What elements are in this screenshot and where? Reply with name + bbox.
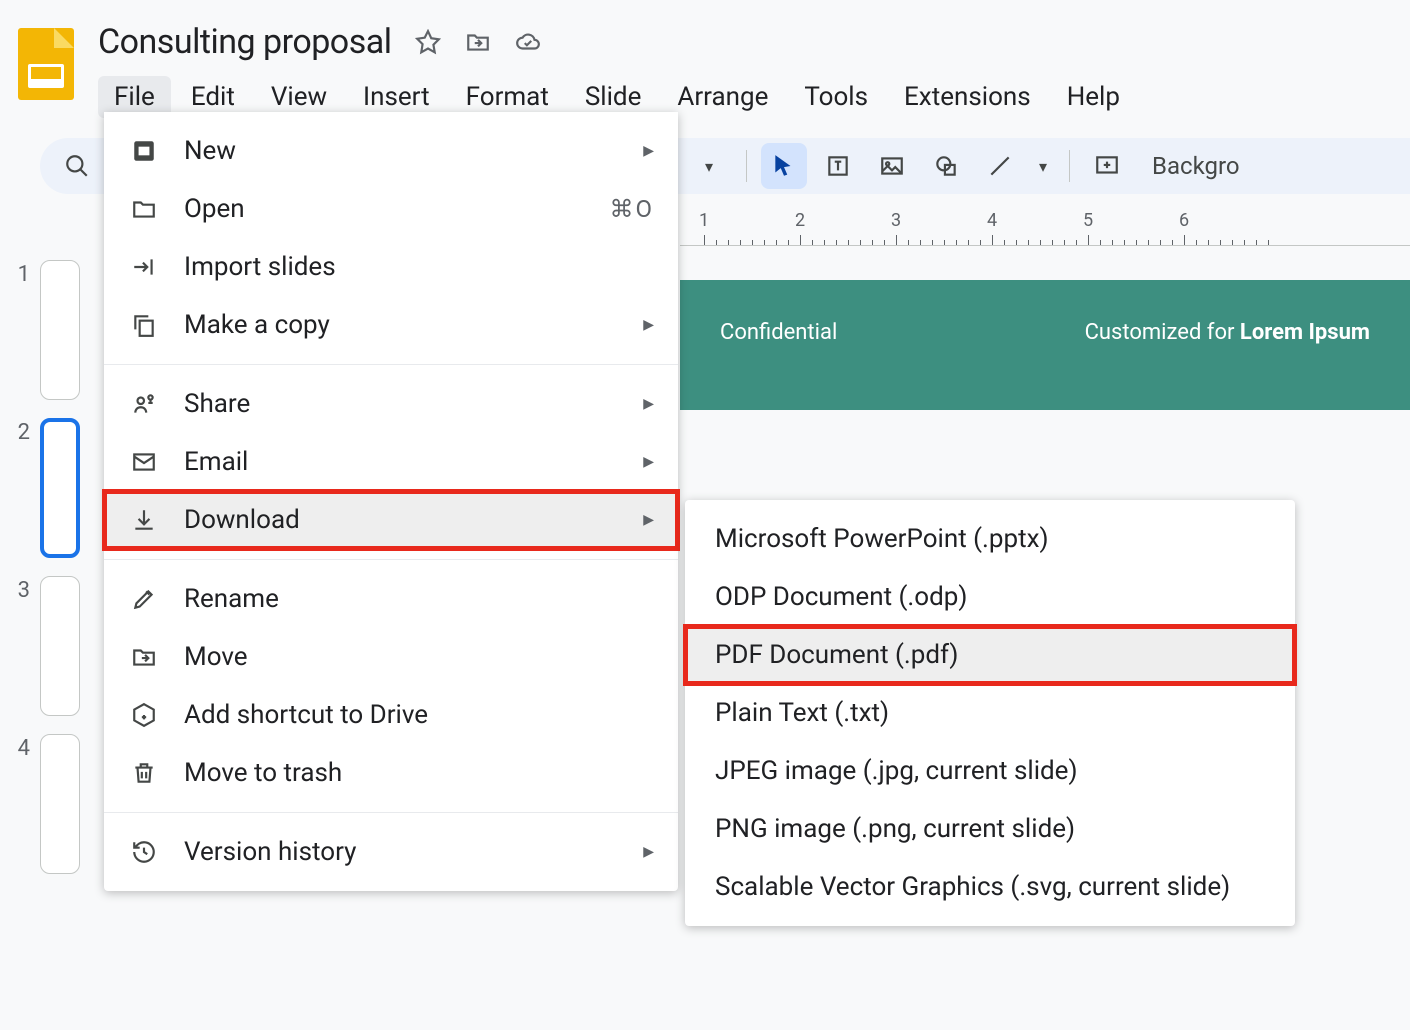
thumb-row[interactable]: 3: [10, 576, 80, 716]
menu-help[interactable]: Help: [1051, 76, 1136, 118]
submenu-arrow-icon: ▶: [643, 396, 654, 412]
thumb-row[interactable]: 2: [10, 418, 80, 558]
file-menu-rename[interactable]: Rename: [104, 570, 678, 628]
shortcut-icon: [128, 702, 160, 728]
copy-icon: [128, 312, 160, 338]
comment-tool-icon[interactable]: [1084, 143, 1130, 189]
slide-thumb[interactable]: [40, 260, 80, 400]
ruler-number: 3: [891, 210, 901, 231]
folder-icon: [128, 196, 160, 222]
submenu-arrow-icon: ▶: [643, 143, 654, 159]
cloud-status-icon[interactable]: [514, 28, 542, 56]
textbox-tool-icon[interactable]: [815, 143, 861, 189]
history-icon: [128, 839, 160, 865]
thumb-num: 2: [10, 420, 30, 445]
menu-extensions[interactable]: Extensions: [888, 76, 1047, 118]
plus-box-icon: [128, 138, 160, 164]
file-menu-new[interactable]: New ▶: [104, 122, 678, 180]
move-icon: [128, 644, 160, 670]
submenu-arrow-icon: ▶: [643, 844, 654, 860]
file-menu-make-a-copy[interactable]: Make a copy ▶: [104, 296, 678, 354]
download-icon: [128, 507, 160, 533]
download-submenu: Microsoft PowerPoint (.pptx)ODP Document…: [685, 500, 1295, 926]
slide-canvas[interactable]: Confidential Customized for Lorem Ipsum: [680, 280, 1410, 410]
new-slide-dropdown[interactable]: ▾: [686, 143, 732, 189]
menu-shortcut: ⌘O: [609, 195, 654, 223]
submenu-arrow-icon: ▶: [643, 512, 654, 528]
file-dropdown: New▶Open⌘OImport slidesMake a copy▶Share…: [104, 112, 678, 891]
download-option[interactable]: JPEG image (.jpg, current slide): [685, 742, 1295, 800]
menu-item-label: New: [184, 136, 236, 166]
download-option[interactable]: Plain Text (.txt): [685, 684, 1295, 742]
file-menu-move[interactable]: Move: [104, 628, 678, 686]
file-menu-open[interactable]: Open ⌘O: [104, 180, 678, 238]
menu-item-label: Make a copy: [184, 310, 330, 340]
menu-arrange[interactable]: Arrange: [661, 76, 784, 118]
background-button[interactable]: Backgro: [1152, 152, 1240, 180]
menu-item-label: Move: [184, 642, 248, 672]
ruler-number: 6: [1179, 210, 1189, 231]
thumb-num: 4: [10, 736, 30, 761]
canvas-left-text: Confidential: [720, 320, 837, 410]
ruler-number: 5: [1083, 210, 1093, 231]
menu-item-label: Move to trash: [184, 758, 342, 788]
file-menu-import-slides[interactable]: Import slides: [104, 238, 678, 296]
submenu-arrow-icon: ▶: [643, 317, 654, 333]
thumb-row[interactable]: 1: [10, 260, 80, 400]
canvas-right-text: Customized for Lorem Ipsum: [1085, 320, 1370, 410]
menu-item-label: Version history: [184, 837, 356, 867]
import-icon: [128, 254, 160, 280]
ruler: 1 2 3 4 5 6: [680, 204, 1410, 246]
trash-icon: [128, 760, 160, 786]
share-icon: [128, 391, 160, 417]
menu-item-label: Email: [184, 447, 248, 477]
file-menu-move-to-trash[interactable]: Move to trash: [104, 744, 678, 802]
pencil-icon: [128, 586, 160, 612]
menu-item-label: Download: [184, 505, 300, 535]
download-option[interactable]: PNG image (.png, current slide): [685, 800, 1295, 858]
file-menu-email[interactable]: Email ▶: [104, 433, 678, 491]
download-option[interactable]: ODP Document (.odp): [685, 568, 1295, 626]
ruler-number: 4: [987, 210, 997, 231]
image-tool-icon[interactable]: [869, 143, 915, 189]
thumb-row[interactable]: 4: [10, 734, 80, 874]
ruler-number: 1: [699, 210, 709, 231]
menu-tools[interactable]: Tools: [788, 76, 884, 118]
doc-title[interactable]: Consulting proposal: [98, 22, 392, 62]
file-menu-download[interactable]: Download ▶: [104, 491, 678, 549]
download-option[interactable]: Scalable Vector Graphics (.svg, current …: [685, 858, 1295, 916]
download-option[interactable]: Microsoft PowerPoint (.pptx): [685, 510, 1295, 568]
star-icon[interactable]: [414, 28, 442, 56]
slide-thumbs: 1 2 3 4: [10, 260, 80, 874]
line-tool-dropdown[interactable]: ▾: [1031, 143, 1055, 189]
slide-thumb[interactable]: [40, 734, 80, 874]
title-area: Consulting proposal File Edit View Inser…: [98, 10, 1392, 118]
download-option[interactable]: PDF Document (.pdf): [685, 626, 1295, 684]
search-menus-icon[interactable]: [54, 143, 100, 189]
shape-tool-icon[interactable]: [923, 143, 969, 189]
email-icon: [128, 449, 160, 475]
move-folder-icon[interactable]: [464, 28, 492, 56]
slides-logo: [18, 28, 78, 106]
menu-item-label: Open: [184, 194, 245, 224]
slide-thumb[interactable]: [40, 418, 80, 558]
ruler-number: 2: [795, 210, 805, 231]
menu-item-label: Share: [184, 389, 250, 419]
menu-item-label: Add shortcut to Drive: [184, 700, 428, 730]
select-tool-icon[interactable]: [761, 143, 807, 189]
slide-thumb[interactable]: [40, 576, 80, 716]
menu-item-label: Import slides: [184, 252, 336, 282]
file-menu-version-history[interactable]: Version history ▶: [104, 823, 678, 881]
file-menu-add-shortcut-to-drive[interactable]: Add shortcut to Drive: [104, 686, 678, 744]
file-menu-share[interactable]: Share ▶: [104, 375, 678, 433]
line-tool-icon[interactable]: [977, 143, 1023, 189]
header: Consulting proposal File Edit View Inser…: [0, 0, 1410, 118]
thumb-num: 1: [10, 262, 30, 287]
submenu-arrow-icon: ▶: [643, 454, 654, 470]
menu-item-label: Rename: [184, 584, 279, 614]
thumb-num: 3: [10, 578, 30, 603]
